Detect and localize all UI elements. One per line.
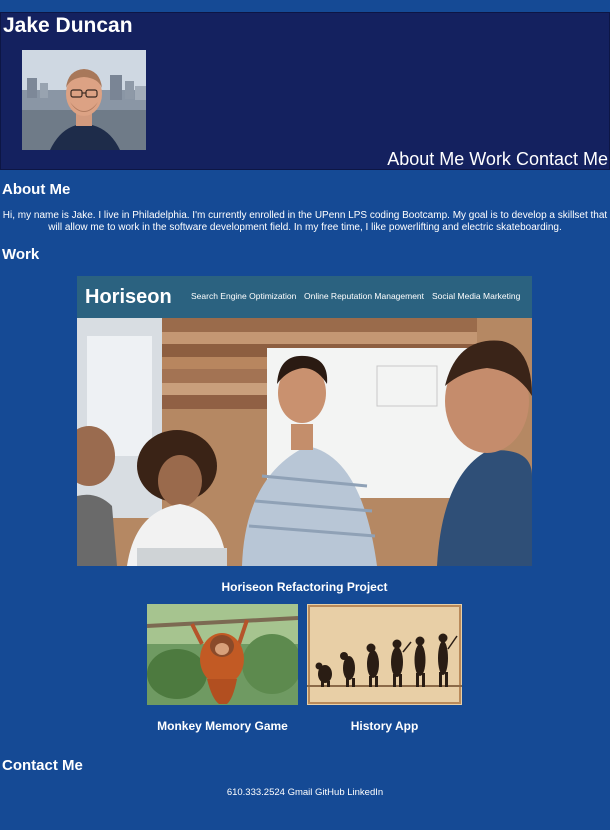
nav-contact-me[interactable]: Contact Me xyxy=(516,149,608,169)
phone-number: 610.333.2524 xyxy=(226,787,285,798)
contact-links: 610.333.2524 Gmail GitHub LinkedIn xyxy=(0,787,610,799)
profile-photo xyxy=(22,50,146,150)
orangutan-photo xyxy=(147,604,298,705)
history-app-caption: History App xyxy=(350,719,419,733)
horiseon-menu-orm: Online Reputation Management xyxy=(304,291,425,301)
featured-project-link[interactable]: Horiseon Search Engine Optimization Onli… xyxy=(77,276,532,596)
github-link[interactable]: GitHub xyxy=(315,787,345,798)
horiseon-brand: Horiseon xyxy=(85,286,172,308)
work-heading: Work xyxy=(2,246,40,263)
nav-about-me[interactable]: About Me xyxy=(387,149,464,169)
about-me-text: Hi, my name is Jake. I live in Philadelp… xyxy=(2,210,608,233)
nav-work[interactable]: Work xyxy=(469,149,511,169)
monkey-memory-game-link[interactable]: Monkey Memory Game xyxy=(147,604,298,736)
site-header: Jake Duncan About Me Work Contact Me xyxy=(0,12,610,170)
history-app-link[interactable]: History App xyxy=(307,604,462,736)
monkey-memory-game-caption: Monkey Memory Game xyxy=(157,719,288,733)
horiseon-screenshot: Horiseon Search Engine Optimization Onli… xyxy=(77,276,532,566)
horiseon-menu-smm: Social Media Marketing xyxy=(432,291,521,301)
main-nav: About Me Work Contact Me xyxy=(387,149,608,169)
evolution-illustration xyxy=(307,604,462,705)
about-me-heading: About Me xyxy=(2,181,71,198)
gmail-link[interactable]: Gmail xyxy=(288,787,313,798)
site-title: Jake Duncan xyxy=(3,14,133,37)
horiseon-menu-seo: Search Engine Optimization xyxy=(191,291,297,301)
featured-project-caption: Horiseon Refactoring Project xyxy=(221,580,388,594)
contact-me-heading: Contact Me xyxy=(2,757,83,774)
linkedin-link[interactable]: LinkedIn xyxy=(347,787,383,798)
